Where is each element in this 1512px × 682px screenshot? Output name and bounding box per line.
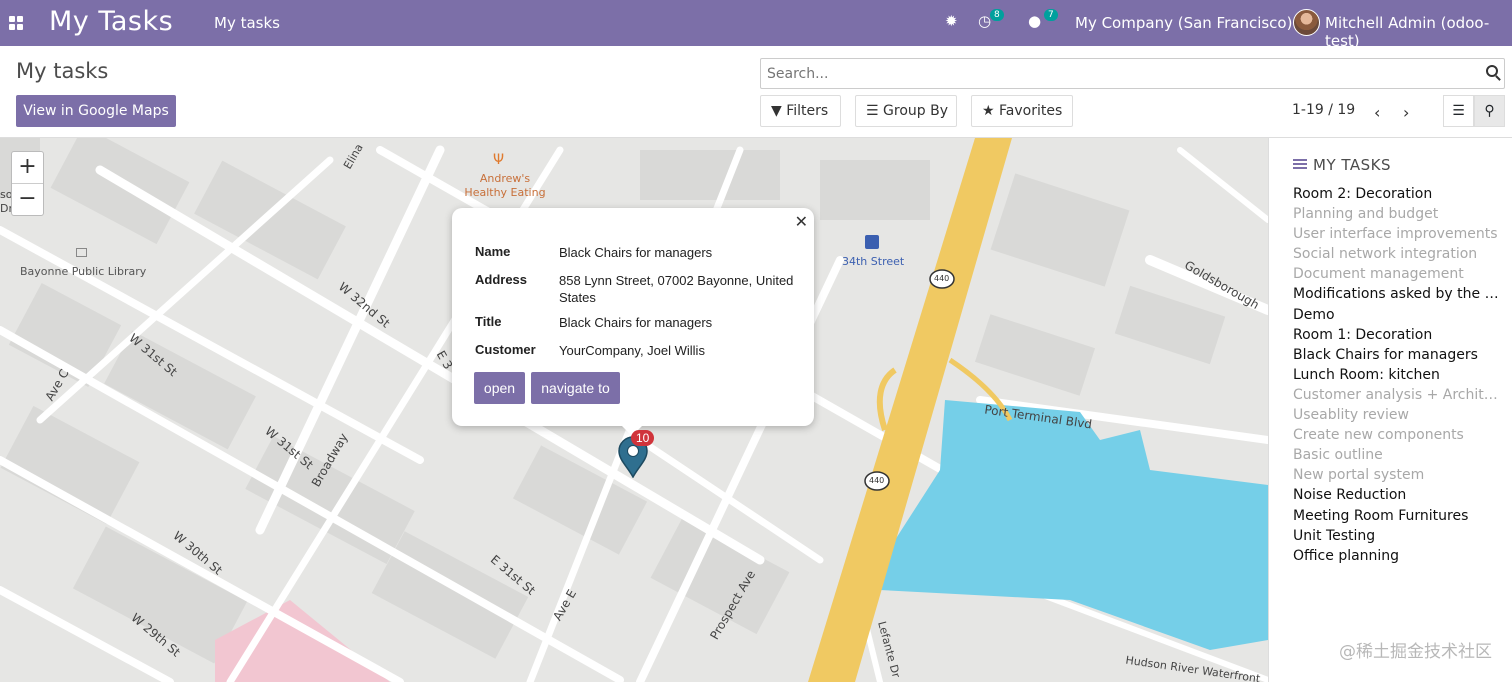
library-icon [76,248,87,257]
task-list-item[interactable]: New portal system [1293,465,1503,485]
station-label: 34th Street [842,255,905,268]
messages-icon[interactable]: ● 7 [1028,9,1058,30]
pager-value[interactable]: 1-19 / 19 [1292,102,1355,118]
task-list-item[interactable]: Office planning [1293,546,1503,566]
view-in-google-maps-button[interactable]: View in Google Maps [16,95,176,127]
zoom-in-icon[interactable]: + [12,152,43,184]
field-label: Address [475,272,528,287]
group-by-label: Group By [883,103,948,119]
task-list-item[interactable]: Basic outline [1293,445,1503,465]
user-avatar[interactable] [1293,9,1320,36]
favorites-button[interactable]: ★ Favorites [971,95,1073,127]
list-icon [1293,159,1307,171]
task-list-item[interactable]: Customer analysis + Archite… [1293,385,1503,405]
restaurant-label: Andrew's Healthy Eating [464,172,546,199]
search-box [760,58,1505,89]
control-panel: My tasks View in Google Maps ▼ Filters ☰… [0,46,1512,138]
marker-count-badge: 10 [631,430,655,446]
star-icon: ★ [982,103,995,119]
activity-count-badge: 8 [990,9,1004,21]
sidebar-title-label: MY TASKS [1313,156,1392,174]
field-value: YourCompany, Joel Willis [559,343,705,358]
task-list-item[interactable]: Room 2: Decoration [1293,184,1503,204]
task-list-item[interactable]: Meeting Room Furnitures [1293,506,1503,526]
task-list: Room 2: Decoration Planning and budget Use… [1293,184,1503,566]
message-count-badge: 7 [1044,9,1058,21]
task-popup: ✕ Name Black Chairs for managers Address… [452,208,814,436]
filter-icon: ▼ [771,103,782,119]
menu-my-tasks[interactable]: My tasks [214,14,280,32]
group-by-button[interactable]: ☰ Group By [855,95,957,127]
field-value: Black Chairs for managers [559,315,713,330]
sidebar-title: MY TASKS [1293,156,1391,174]
task-list-item[interactable]: Demo [1293,305,1503,325]
zoom-control: + − [11,151,44,216]
group-by-icon: ☰ [866,103,879,119]
search-icon[interactable] [1486,65,1498,77]
navigate-to-button[interactable]: navigate to [531,372,620,404]
station-icon [865,235,879,249]
restaurant-icon: Ψ [493,152,505,168]
task-list-item[interactable]: Create new components [1293,425,1503,445]
task-list-item[interactable]: Useablity review [1293,405,1503,425]
activity-icon[interactable]: ◷ 8 [978,9,1004,30]
field-label: Customer [475,342,536,357]
task-list-item[interactable]: Modifications asked by the c… [1293,284,1503,304]
zoom-out-icon[interactable]: − [12,184,43,216]
field-value: Black Chairs for managers [559,245,713,260]
close-icon[interactable]: ✕ [795,212,808,232]
pager-next-icon[interactable]: › [1403,103,1409,122]
apps-menu-icon[interactable] [9,16,23,30]
task-list-item[interactable]: Social network integration [1293,244,1503,264]
field-label: Title [475,314,502,329]
task-list-item[interactable]: Black Chairs for managers [1293,345,1503,365]
task-list-item[interactable]: User interface improvements [1293,224,1503,244]
pager-previous-icon[interactable]: ‹ [1374,103,1380,122]
filters-button[interactable]: ▼ Filters [760,95,841,127]
favorites-label: Favorites [999,103,1063,119]
user-menu[interactable]: Mitchell Admin (odoo-test) [1325,14,1512,50]
task-list-item[interactable]: Document management [1293,264,1503,284]
field-label: Name [475,244,511,259]
task-list-item[interactable]: Planning and budget [1293,204,1503,224]
task-list-item[interactable]: Noise Reduction [1293,485,1503,505]
filters-label: Filters [786,103,829,119]
company-switcher[interactable]: My Company (San Francisco) [1075,14,1292,32]
app-title[interactable]: My Tasks [49,6,173,37]
open-button[interactable]: open [474,372,525,404]
field-value: 858 Lynn Street, 07002 Bayonne, United S… [559,273,794,305]
list-view-icon[interactable]: ☰ [1443,95,1474,127]
bug-icon[interactable]: ✹ [945,12,958,30]
map-view-icon[interactable]: ⚲ [1474,95,1505,127]
highway-shield-label: 440 [869,476,885,485]
task-list-sidebar: MY TASKS Room 2: Decoration Planning and … [1268,138,1512,682]
top-navbar: My Tasks My tasks ✹ ◷ 8 ● 7 My Company (Sa… [0,0,1512,50]
search-input[interactable] [761,59,1461,88]
watermark: @稀土掘金技术社区 [1339,642,1492,662]
task-list-item[interactable]: Unit Testing [1293,526,1503,546]
task-list-item[interactable]: Lunch Room: kitchen [1293,365,1503,385]
task-list-item[interactable]: Room 1: Decoration [1293,325,1503,345]
highway-shield-label: 440 [934,274,950,283]
breadcrumb: My tasks [16,59,109,83]
library-label: Bayonne Public Library [20,265,147,278]
